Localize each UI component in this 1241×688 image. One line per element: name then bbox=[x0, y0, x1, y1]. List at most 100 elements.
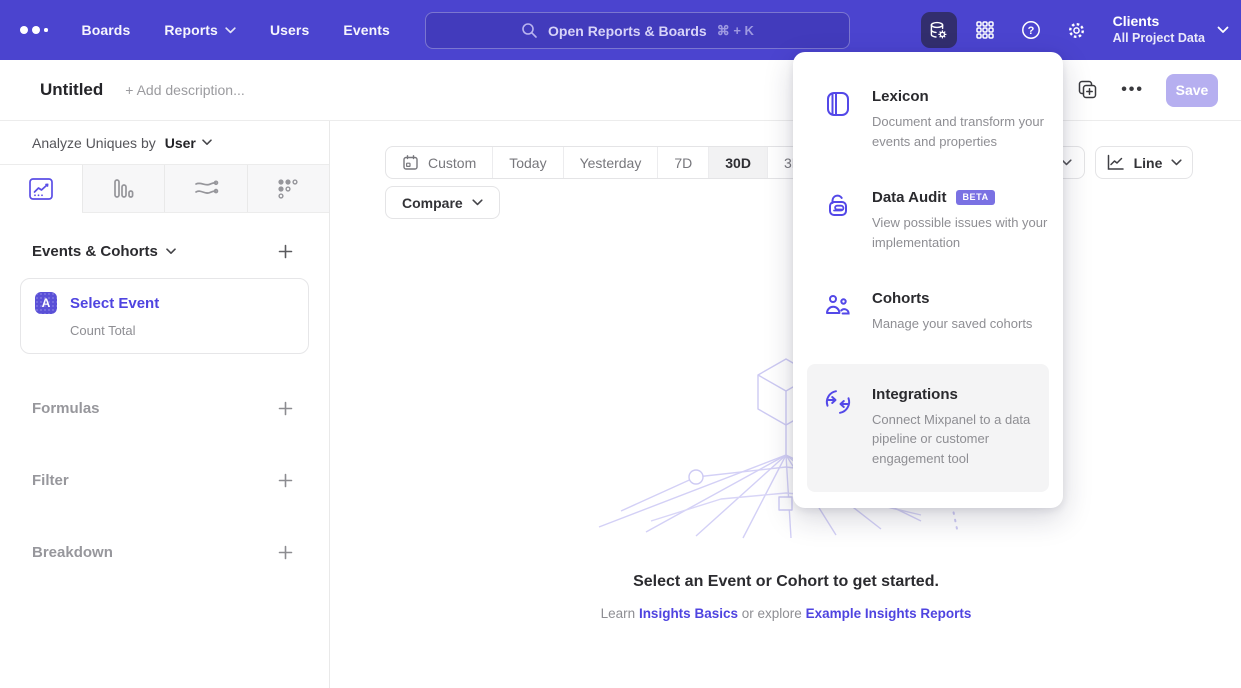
add-formula-button[interactable] bbox=[275, 398, 295, 418]
plus-icon bbox=[278, 545, 293, 560]
cohorts-title: Cohorts bbox=[872, 290, 930, 307]
line-chart-icon bbox=[1106, 154, 1125, 171]
report-title[interactable]: Untitled bbox=[40, 80, 103, 100]
integrations-title: Integrations bbox=[872, 386, 958, 403]
duplicate-icon[interactable] bbox=[1077, 79, 1099, 101]
filter-header: Filter bbox=[32, 472, 69, 489]
analyze-by-selector[interactable]: User bbox=[165, 135, 212, 151]
book-icon bbox=[821, 88, 855, 122]
events-cohorts-label: Events & Cohorts bbox=[32, 243, 158, 260]
tab-retention[interactable] bbox=[248, 165, 330, 212]
chart-type-button[interactable]: Line bbox=[1095, 146, 1193, 179]
apps-grid-icon bbox=[975, 20, 995, 40]
chevron-down-icon bbox=[166, 248, 176, 255]
report-canvas: Custom Today Yesterday 7D 30D 3M 6M Comp… bbox=[331, 121, 1241, 688]
nav-reports-label: Reports bbox=[164, 22, 218, 38]
nav-users-label: Users bbox=[270, 22, 309, 38]
events-cohorts-header[interactable]: Events & Cohorts bbox=[32, 243, 176, 260]
nav-events-label: Events bbox=[343, 22, 390, 38]
empty-state: Select an Event or Cohort to get started… bbox=[331, 349, 1241, 621]
add-filter-button[interactable] bbox=[275, 470, 295, 490]
tab-flow[interactable] bbox=[165, 165, 248, 212]
search-icon bbox=[521, 22, 538, 39]
bar-chart-icon bbox=[111, 177, 135, 201]
insights-line-chart-icon bbox=[28, 177, 54, 201]
mixpanel-logo[interactable] bbox=[20, 26, 48, 34]
apps-grid-button[interactable] bbox=[967, 12, 1003, 48]
range-today[interactable]: Today bbox=[493, 147, 563, 178]
org-name: Clients bbox=[1113, 13, 1205, 31]
data-management-button[interactable] bbox=[921, 12, 957, 48]
integrations-description: Connect Mixpanel to a data pipeline or c… bbox=[872, 410, 1062, 469]
global-search-input[interactable]: Open Reports & Boards ⌘ + K bbox=[425, 12, 850, 49]
event-series-badge: A bbox=[35, 292, 57, 314]
help-icon: ? bbox=[1020, 19, 1042, 41]
integrations-icon bbox=[821, 386, 855, 420]
range-today-label: Today bbox=[509, 155, 546, 171]
tab-bar-chart[interactable] bbox=[83, 165, 166, 212]
menu-item-lexicon[interactable]: Lexicon Document and transform your even… bbox=[807, 76, 1049, 165]
menu-item-integrations[interactable]: Integrations Connect Mixpanel to a data … bbox=[807, 364, 1049, 493]
visualization-tabs bbox=[0, 165, 329, 213]
data-management-menu: Lexicon Document and transform your even… bbox=[793, 52, 1063, 508]
chevron-down-icon bbox=[472, 199, 483, 206]
search-placeholder: Open Reports & Boards bbox=[548, 23, 707, 39]
plus-icon bbox=[278, 244, 293, 259]
data-audit-description: View possible issues with your implement… bbox=[872, 213, 1062, 252]
chevron-down-icon bbox=[1217, 26, 1229, 34]
range-yesterday[interactable]: Yesterday bbox=[564, 147, 659, 178]
chevron-down-icon bbox=[225, 27, 236, 34]
svg-text:?: ? bbox=[1027, 25, 1034, 37]
settings-button[interactable] bbox=[1059, 12, 1095, 48]
empty-state-links: Learn Insights Basics or explore Example… bbox=[331, 606, 1241, 621]
retention-dots-icon bbox=[277, 178, 299, 200]
more-options-button[interactable]: ••• bbox=[1121, 81, 1144, 99]
range-custom[interactable]: Custom bbox=[386, 147, 493, 178]
tab-insights[interactable] bbox=[0, 165, 83, 212]
count-total-label[interactable]: Count Total bbox=[70, 323, 294, 338]
formulas-header: Formulas bbox=[32, 400, 100, 417]
add-event-button[interactable] bbox=[275, 241, 295, 261]
chevron-down-icon bbox=[202, 139, 212, 146]
search-shortcut-hint: ⌘ + K bbox=[717, 23, 754, 39]
help-button[interactable]: ? bbox=[1013, 12, 1049, 48]
insights-basics-link[interactable]: Insights Basics bbox=[639, 606, 738, 621]
example-reports-link[interactable]: Example Insights Reports bbox=[806, 606, 972, 621]
gear-icon bbox=[1066, 20, 1087, 41]
analyze-label: Analyze Uniques by bbox=[32, 135, 156, 151]
nav-reports[interactable]: Reports bbox=[164, 22, 236, 38]
nav-events[interactable]: Events bbox=[343, 22, 390, 38]
audit-icon bbox=[821, 189, 855, 223]
data-management-icon bbox=[928, 20, 949, 41]
range-custom-label: Custom bbox=[428, 155, 476, 171]
select-event-card[interactable]: A Select Event Count Total bbox=[20, 278, 309, 354]
chevron-down-icon bbox=[1171, 159, 1182, 166]
compare-label: Compare bbox=[402, 195, 463, 211]
cohorts-people-icon bbox=[821, 290, 855, 324]
analyze-uniques-row: Analyze Uniques by User bbox=[0, 121, 329, 165]
select-event-label: Select Event bbox=[70, 295, 159, 312]
add-description-field[interactable]: + Add description... bbox=[125, 82, 244, 98]
add-breakdown-button[interactable] bbox=[275, 542, 295, 562]
analyze-value: User bbox=[165, 135, 196, 151]
lexicon-description: Document and transform your events and p… bbox=[872, 112, 1062, 151]
empty-state-title: Select an Event or Cohort to get started… bbox=[331, 573, 1241, 591]
chart-type-label: Line bbox=[1134, 155, 1163, 171]
lexicon-title: Lexicon bbox=[872, 88, 929, 105]
middle-text: or explore bbox=[742, 606, 802, 621]
project-switcher[interactable]: Clients All Project Data bbox=[1105, 13, 1229, 46]
menu-item-data-audit[interactable]: Data Audit BETA View possible issues wit… bbox=[807, 177, 1049, 266]
range-30d[interactable]: 30D bbox=[709, 147, 768, 178]
beta-badge: BETA bbox=[956, 190, 994, 205]
learn-prefix: Learn bbox=[601, 606, 636, 621]
nav-boards[interactable]: Boards bbox=[82, 22, 131, 38]
project-name: All Project Data bbox=[1113, 31, 1205, 47]
save-button[interactable]: Save bbox=[1166, 74, 1218, 107]
nav-users[interactable]: Users bbox=[270, 22, 309, 38]
range-7d[interactable]: 7D bbox=[658, 147, 709, 178]
calendar-icon bbox=[402, 154, 419, 171]
range-7d-label: 7D bbox=[674, 155, 692, 171]
compare-button[interactable]: Compare bbox=[385, 186, 500, 219]
menu-item-cohorts[interactable]: Cohorts Manage your saved cohorts bbox=[807, 278, 1049, 348]
breakdown-header: Breakdown bbox=[32, 544, 113, 561]
